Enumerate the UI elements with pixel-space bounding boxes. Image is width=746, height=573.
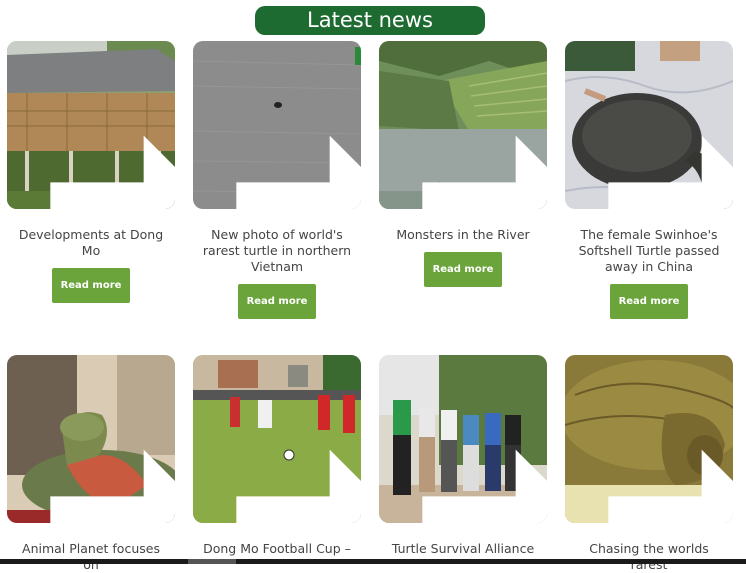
- news-card-swinhoe: The female Swinhoe's Softshell Turtle pa…: [565, 41, 733, 319]
- news-thumbnail[interactable]: [193, 355, 361, 523]
- arrow-right-icon: [422, 449, 547, 523]
- news-thumbnail[interactable]: [565, 355, 733, 523]
- news-thumbnail[interactable]: [379, 41, 547, 209]
- news-card-monsters: Monsters in the River Read more: [379, 41, 547, 287]
- scrollbar-thumb[interactable]: [188, 559, 236, 564]
- news-thumbnail[interactable]: [379, 355, 547, 523]
- news-title[interactable]: Monsters in the River: [385, 227, 541, 243]
- news-thumbnail[interactable]: [7, 41, 175, 209]
- horizontal-scrollbar[interactable]: [0, 559, 746, 564]
- news-thumbnail[interactable]: [193, 41, 361, 209]
- read-more-button[interactable]: Read more: [424, 252, 502, 287]
- news-card-turtle-photo: New photo of world's rarest turtle in no…: [193, 41, 361, 319]
- news-thumbnail[interactable]: [565, 41, 733, 209]
- news-card-dong-mo: Developments at Dong Mo Read more: [7, 41, 175, 303]
- arrow-right-icon: [422, 135, 547, 209]
- news-title[interactable]: The female Swinhoe's Softshell Turtle pa…: [571, 227, 727, 275]
- news-thumbnail[interactable]: [7, 355, 175, 523]
- news-title[interactable]: Developments at Dong Mo: [13, 227, 169, 259]
- arrow-right-icon: [608, 135, 733, 209]
- news-card-football-cup: Dong Mo Football Cup –: [193, 355, 361, 556]
- arrow-right-icon: [608, 449, 733, 523]
- news-card-animal-planet: Animal Planet focuses on: [7, 355, 175, 572]
- arrow-right-icon: [50, 135, 175, 209]
- news-card-chasing-turtle: Chasing the worlds rarest: [565, 355, 733, 572]
- read-more-button[interactable]: Read more: [238, 284, 316, 319]
- read-more-button[interactable]: Read more: [610, 284, 688, 319]
- news-card-tsa: Turtle Survival Alliance: [379, 355, 547, 556]
- news-title[interactable]: Turtle Survival Alliance: [385, 541, 541, 557]
- arrow-right-icon: [236, 135, 361, 209]
- section-heading: Latest news: [255, 6, 485, 35]
- arrow-right-icon: [50, 449, 175, 523]
- news-title[interactable]: Chasing the worlds rarest: [571, 541, 727, 573]
- news-title[interactable]: Animal Planet focuses on: [13, 541, 169, 573]
- read-more-button[interactable]: Read more: [52, 268, 130, 303]
- news-title[interactable]: Dong Mo Football Cup –: [199, 541, 355, 557]
- news-title[interactable]: New photo of world's rarest turtle in no…: [199, 227, 355, 275]
- arrow-right-icon: [236, 449, 361, 523]
